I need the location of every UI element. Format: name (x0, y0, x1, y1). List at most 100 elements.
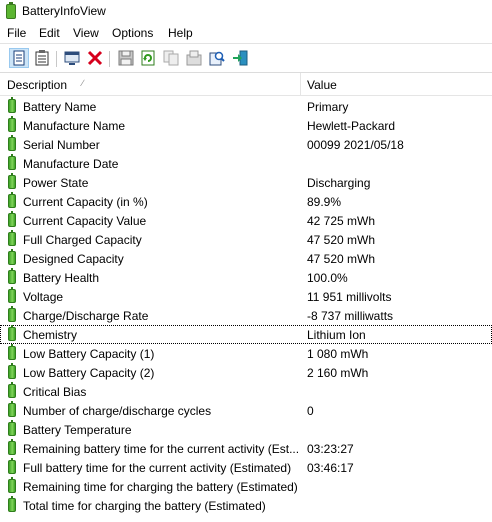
list-item[interactable]: Power State Discharging (0, 173, 492, 192)
battery-icon (8, 382, 16, 398)
menu-edit[interactable]: Edit (39, 26, 60, 40)
item-description: Remaining time for charging the battery … (23, 480, 298, 494)
window-title: BatteryInfoView (22, 4, 106, 18)
find-icon (209, 51, 225, 66)
battery-icon (8, 230, 16, 246)
item-value: Hewlett-Packard (307, 119, 396, 133)
column-divider[interactable] (300, 73, 301, 95)
item-value: 42 725 mWh (307, 214, 376, 228)
item-description: Number of charge/discharge cycles (23, 404, 212, 418)
save-button[interactable] (116, 48, 136, 68)
list-item[interactable]: Full Charged Capacity 47 520 mWh (0, 230, 492, 249)
list-item[interactable]: Manufacture Date (0, 154, 492, 173)
options-icon (186, 50, 202, 66)
list-item[interactable]: Chemistry Lithium Ion (0, 325, 492, 344)
item-value: 1 080 mWh (307, 347, 369, 361)
list-item[interactable]: Current Capacity Value 42 725 mWh (0, 211, 492, 230)
battery-icon (8, 97, 16, 113)
menu-view[interactable]: View (73, 26, 99, 40)
list-item[interactable]: Charge/Discharge Rate -8 737 milliwatts (0, 306, 492, 325)
item-description: Battery Health (23, 271, 100, 285)
list-item[interactable]: Full battery time for the current activi… (0, 458, 492, 477)
exit-button[interactable] (230, 48, 250, 68)
item-description: Battery Temperature (23, 423, 132, 437)
battery-icon (8, 401, 16, 417)
copy-icon (163, 50, 179, 66)
menu-help[interactable]: Help (168, 26, 193, 40)
menu-options[interactable]: Options (112, 26, 153, 40)
list-item[interactable]: Voltage 11 951 millivolts (0, 287, 492, 306)
properties-icon (35, 50, 49, 66)
list-item[interactable]: Low Battery Capacity (1) 1 080 mWh (0, 344, 492, 363)
column-header-description[interactable]: Description (7, 78, 67, 92)
item-description: Charge/Discharge Rate (23, 309, 149, 323)
battery-icon (8, 154, 16, 170)
toolbar-separator (56, 51, 57, 67)
item-description: Voltage (23, 290, 64, 304)
save-icon (118, 50, 134, 66)
item-value: 03:46:17 (307, 461, 354, 475)
toolbar-separator (109, 51, 110, 67)
battery-icon (8, 325, 16, 341)
item-value: 2 160 mWh (307, 366, 369, 380)
battery-icon (8, 116, 16, 132)
html-report-button[interactable] (9, 48, 29, 68)
list-item[interactable]: Manufacture Name Hewlett-Packard (0, 116, 492, 135)
item-description: Battery Name (23, 100, 97, 114)
list-item[interactable]: Remaining battery time for the current a… (0, 439, 492, 458)
item-value: 03:23:27 (307, 442, 354, 456)
battery-icon (8, 477, 16, 493)
battery-icon (8, 173, 16, 189)
delete-icon (87, 50, 103, 66)
list-item[interactable]: Number of charge/discharge cycles 0 (0, 401, 492, 420)
item-value: 47 520 mWh (307, 252, 376, 266)
list-item[interactable]: Current Capacity (in %) 89.9% (0, 192, 492, 211)
battery-icon (8, 287, 16, 303)
item-description: Current Capacity (in %) (23, 195, 148, 209)
item-description: Designed Capacity (23, 252, 124, 266)
list-header: Description ∕ Value (0, 73, 492, 96)
item-value: Primary (307, 100, 349, 114)
item-value: Discharging (307, 176, 371, 190)
options-button[interactable] (184, 48, 204, 68)
menu-file[interactable]: File (7, 26, 26, 40)
battery-icon (8, 458, 16, 474)
properties-button[interactable] (32, 48, 52, 68)
computer-button[interactable] (62, 48, 82, 68)
title-bar: BatteryInfoView (0, 0, 492, 22)
list-item[interactable]: Serial Number 00099 2021/05/18 (0, 135, 492, 154)
item-value: 100.0% (307, 271, 348, 285)
battery-icon (8, 249, 16, 265)
item-description: Total time for charging the battery (Est… (23, 499, 266, 513)
battery-icon (8, 363, 16, 379)
list-item[interactable]: Battery Name Primary (0, 97, 492, 116)
delete-button[interactable] (85, 48, 105, 68)
item-value: 00099 2021/05/18 (307, 138, 404, 152)
find-button[interactable] (207, 48, 227, 68)
battery-icon (8, 420, 16, 436)
battery-icon (8, 211, 16, 227)
refresh-button[interactable] (138, 48, 158, 68)
item-description: Remaining battery time for the current a… (23, 442, 300, 456)
battery-icon (8, 344, 16, 360)
battery-icon (8, 135, 16, 151)
list-item[interactable]: Critical Bias (0, 382, 492, 401)
battery-icon (8, 439, 16, 455)
item-description: Chemistry (23, 328, 78, 342)
column-header-value[interactable]: Value (307, 78, 337, 92)
item-value: 0 (307, 404, 314, 418)
html-report-icon (13, 50, 25, 66)
item-description: Serial Number (23, 138, 100, 152)
battery-icon (8, 192, 16, 208)
copy-button[interactable] (161, 48, 181, 68)
list-item[interactable]: Total time for charging the battery (Est… (0, 496, 492, 515)
list-item[interactable]: Designed Capacity 47 520 mWh (0, 249, 492, 268)
battery-info-list: Battery Name Primary Manufacture Name Hewle… (0, 97, 492, 515)
item-description: Low Battery Capacity (2) (23, 366, 155, 380)
list-item[interactable]: Battery Health 100.0% (0, 268, 492, 287)
list-item[interactable]: Low Battery Capacity (2) 2 160 mWh (0, 363, 492, 382)
battery-icon (8, 268, 16, 284)
list-item[interactable]: Remaining time for charging the battery … (0, 477, 492, 496)
item-description: Full Charged Capacity (23, 233, 142, 247)
list-item[interactable]: Battery Temperature (0, 420, 492, 439)
